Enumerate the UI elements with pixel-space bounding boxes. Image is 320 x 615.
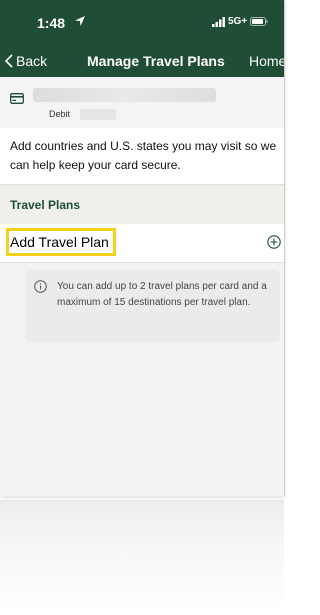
card-summary: Debit [0, 77, 284, 129]
page-title: Manage Travel Plans [87, 53, 225, 69]
navigation-bar: Back Manage Travel Plans Home [0, 44, 284, 77]
add-travel-plan-row[interactable]: Add Travel Plan [0, 224, 284, 263]
status-bar: 1:48 5G+ [0, 0, 284, 40]
plus-circle-icon[interactable] [267, 235, 281, 249]
info-text: You can add up to 2 travel plans per car… [57, 281, 267, 308]
battery-icon [250, 17, 268, 26]
section-title: Travel Plans [10, 198, 81, 212]
card-number-redacted [80, 109, 116, 120]
phone-screen: 1:48 5G+ Back Manage Travel Plans Home D… [0, 0, 285, 496]
app-header: 1:48 5G+ Back Manage Travel Plans Home [0, 0, 284, 77]
card-icon [10, 93, 24, 104]
lower-background [0, 500, 284, 615]
intro-section: Add countries and U.S. states you may vi… [0, 128, 284, 184]
location-arrow-icon [75, 16, 85, 26]
signal-icon [212, 17, 225, 27]
network-type: 5G+ [228, 16, 248, 27]
chevron-left-icon [4, 54, 13, 68]
home-button[interactable]: Home [249, 53, 284, 69]
card-name-redacted [33, 88, 216, 102]
back-button[interactable]: Back [4, 53, 47, 69]
info-box: You can add up to 2 travel plans per car… [25, 270, 280, 342]
back-label: Back [16, 53, 48, 69]
intro-text: Add countries and U.S. states you may vi… [10, 139, 277, 172]
info-icon [34, 280, 47, 293]
travel-plans-section-header: Travel Plans [0, 184, 284, 225]
status-time: 1:48 [37, 15, 66, 31]
card-type-label: Debit [49, 109, 71, 119]
add-travel-plan-label[interactable]: Add Travel Plan [10, 234, 109, 250]
